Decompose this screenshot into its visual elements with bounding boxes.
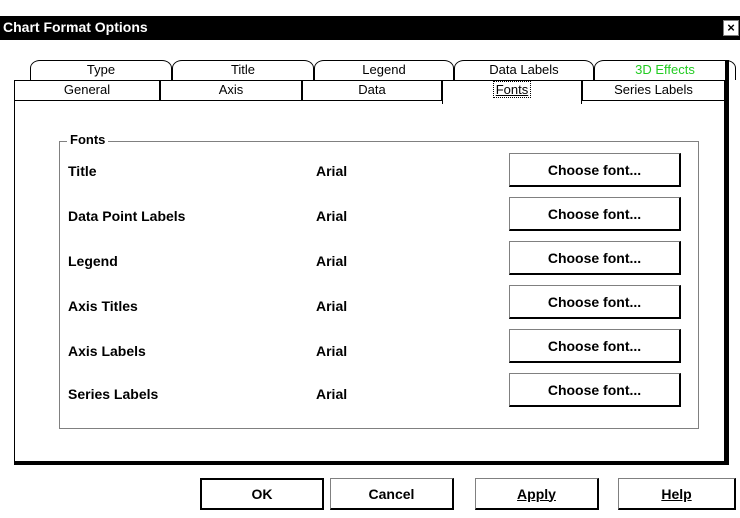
font-value-axis-labels: Arial xyxy=(316,343,348,359)
tab-axis[interactable]: Axis xyxy=(160,80,302,100)
panel-shadow-bottom xyxy=(14,462,729,465)
choose-font-data-point-labels-button[interactable]: Choose font... xyxy=(509,197,681,231)
apply-button[interactable]: Apply xyxy=(475,478,599,510)
choose-font-title-button[interactable]: Choose font... xyxy=(509,153,681,187)
row-label-axis-labels: Axis Labels xyxy=(68,343,146,359)
tab-series-labels[interactable]: Series Labels xyxy=(582,80,725,100)
tab-data-labels[interactable]: Data Labels xyxy=(454,60,594,80)
title-bar[interactable]: Chart Format Options × xyxy=(0,16,740,40)
panel-shadow xyxy=(725,60,729,464)
ok-button[interactable]: OK xyxy=(200,478,324,510)
close-button[interactable]: × xyxy=(723,20,739,36)
choose-font-series-labels-button[interactable]: Choose font... xyxy=(509,373,681,407)
font-value-title: Arial xyxy=(316,163,348,179)
row-label-series-labels: Series Labels xyxy=(68,386,159,402)
tab-general[interactable]: General xyxy=(14,80,160,100)
fonts-groupbox-label: Fonts xyxy=(67,132,109,147)
row-label-data-point-labels: Data Point Labels xyxy=(68,208,186,224)
tab-3d-effects[interactable]: 3D Effects xyxy=(594,60,736,80)
font-value-data-point-labels: Arial xyxy=(316,208,348,224)
active-tab-gap xyxy=(443,99,581,102)
help-button[interactable]: Help xyxy=(618,478,736,510)
row-label-title: Title xyxy=(68,163,97,179)
font-value-axis-titles: Arial xyxy=(316,298,348,314)
choose-font-legend-button[interactable]: Choose font... xyxy=(509,241,681,275)
tab-type[interactable]: Type xyxy=(30,60,172,80)
tab-legend[interactable]: Legend xyxy=(314,60,454,80)
choose-font-axis-labels-button[interactable]: Choose font... xyxy=(509,329,681,363)
row-label-legend: Legend xyxy=(68,253,118,269)
tab-title[interactable]: Title xyxy=(172,60,314,80)
window-title: Chart Format Options xyxy=(3,19,148,35)
close-icon: × xyxy=(727,20,735,35)
tab-data[interactable]: Data xyxy=(302,80,442,100)
font-value-legend: Arial xyxy=(316,253,348,269)
font-value-series-labels: Arial xyxy=(316,386,348,402)
cancel-button[interactable]: Cancel xyxy=(330,478,454,510)
row-label-axis-titles: Axis Titles xyxy=(68,298,138,314)
choose-font-axis-titles-button[interactable]: Choose font... xyxy=(509,285,681,319)
